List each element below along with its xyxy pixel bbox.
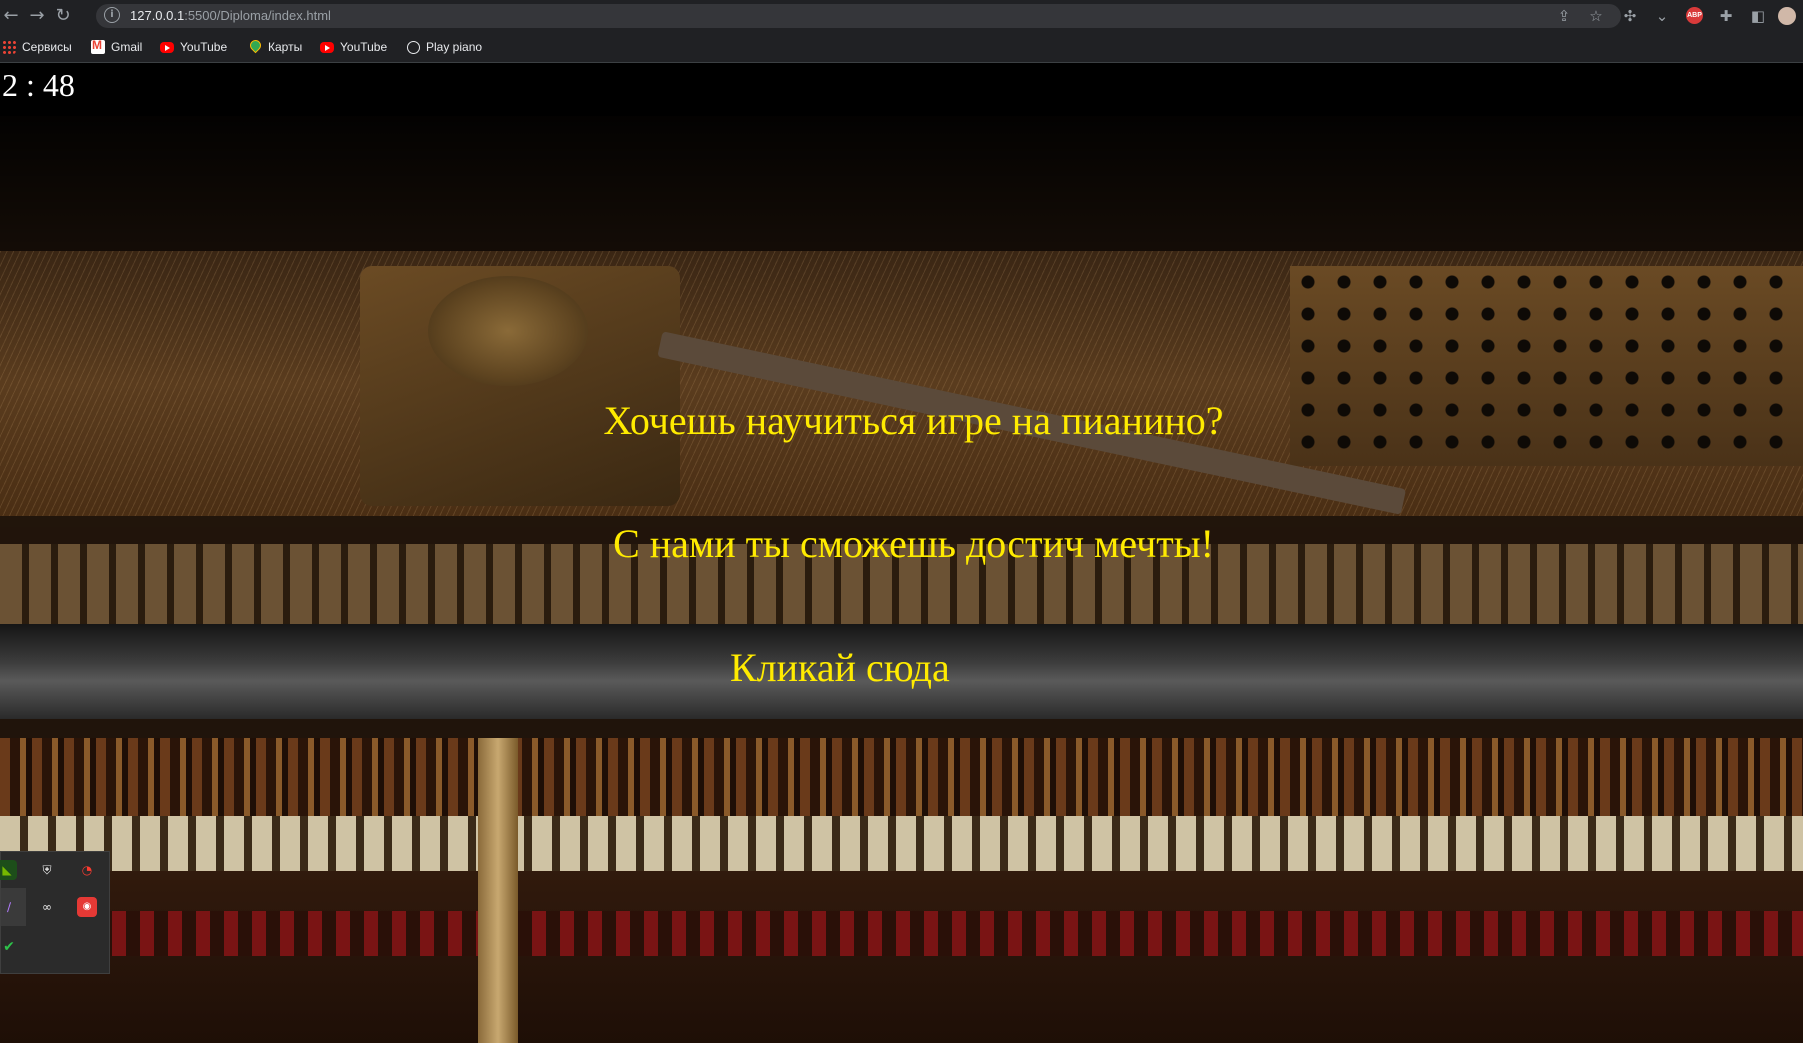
bookmarks-bar: Сервисы Gmail YouTube Карты YouTube Play… [0,32,1803,63]
forward-arrow-icon[interactable]: → [26,5,48,27]
extensions-puzzle-icon[interactable]: ✚ [1716,6,1736,26]
globe-icon [407,40,420,54]
nvidia-icon[interactable]: ◣ [0,860,17,880]
bookmark-services[interactable]: Сервисы [2,39,72,55]
youtube-icon [320,41,334,53]
damper-felt-row [0,738,1803,818]
bookmark-label: Play piano [426,40,483,54]
hero-section: Хочешь научиться игре на пианино? С нами… [0,116,1803,1043]
cta-link[interactable]: Кликай сюда [730,641,970,693]
link-icon[interactable]: ∞ [37,897,57,917]
bookmark-youtube-2[interactable]: YouTube [320,39,387,55]
bookmark-label: YouTube [180,40,228,54]
red-felt-row [0,911,1803,956]
gmail-icon [91,38,105,54]
feather-icon[interactable]: ∕ [0,897,19,917]
bookmark-label: Сервисы [22,40,72,54]
record-icon[interactable]: ◉ [77,897,97,917]
install-app-icon[interactable]: ✣ [1620,6,1640,26]
address-bar[interactable]: i 127.0.0.1:5500/Diploma/index.html ⇪ ☆ [96,4,1621,28]
damper-levers-row [0,816,1803,871]
check-icon[interactable]: ✔ [0,937,19,957]
bookmark-label: Gmail [111,40,143,54]
action-bracket [478,738,518,1043]
reload-icon[interactable]: ↻ [52,5,74,27]
profile-avatar[interactable] [1778,7,1796,25]
site-info-icon[interactable]: i [104,7,120,23]
system-tray-popup: ◣ ⛨ ◔ ∕ ∞ ◉ ✔ [0,851,110,974]
shield-icon[interactable]: ⛨ [37,860,57,880]
apps-grid-icon [2,40,16,54]
url-path: :5500/Diploma/index.html [184,8,331,23]
url-host: 127.0.0.1 [130,8,185,23]
share-icon[interactable]: ⇪ [1554,6,1574,26]
youtube-icon [160,41,174,53]
bookmark-maps[interactable]: Карты [248,39,302,55]
hero-subline: С нами ты сможешь достич мечты! [613,521,1214,566]
bookmark-star-icon[interactable]: ☆ [1586,6,1606,26]
back-arrow-icon[interactable]: ← [0,5,22,27]
speedometer-icon[interactable]: ◔ [77,860,97,880]
bookmark-label: Карты [268,40,303,54]
bookmark-label: YouTube [340,40,388,54]
page-header: 2 : 48 [0,63,1803,116]
browser-toolbar: ← → ↻ i 127.0.0.1:5500/Diploma/index.htm… [0,0,1803,32]
bookmark-play-piano[interactable]: Play piano [407,39,482,55]
bookmark-gmail[interactable]: Gmail [91,38,143,55]
piano-logo-medallion [428,276,588,386]
clock-display: 2 : 48 [2,67,75,103]
url-text[interactable]: 127.0.0.1:5500/Diploma/index.html [130,8,331,23]
maps-icon [248,40,262,54]
side-panel-icon[interactable]: ◧ [1748,6,1768,26]
bookmark-youtube[interactable]: YouTube [160,39,227,55]
lower-action-background [0,871,1803,1043]
adblock-plus-icon[interactable]: ABP [1686,7,1703,24]
hero-headline: Хочешь научиться игре на пианино? [603,398,1224,443]
page-viewport: 2 : 48 Хочешь научиться игре на пианино?… [0,63,1803,1043]
extension-faded-icon[interactable]: ⌄ [1652,6,1672,26]
